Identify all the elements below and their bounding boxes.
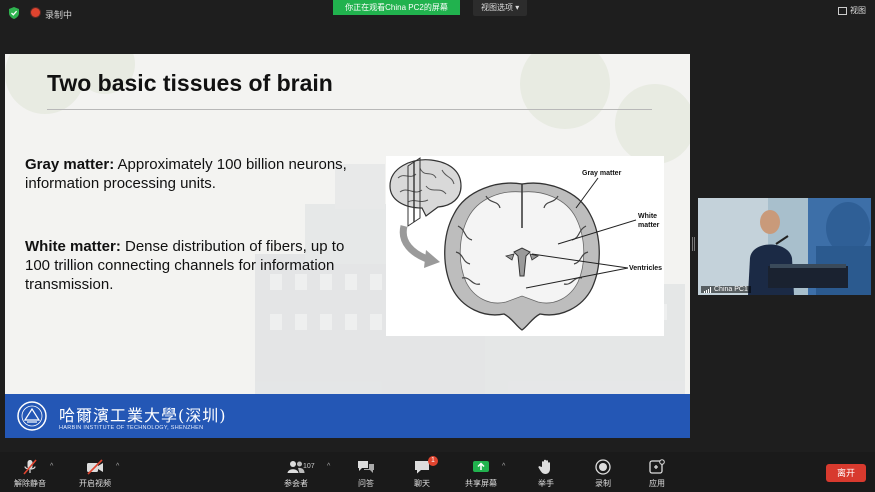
share-screen-label: 共享屏幕 [465,479,497,488]
participant-name-label: China PC1 [701,286,751,293]
participant-video-feed [698,198,871,295]
grid-view-icon [838,6,847,15]
raise-hand-icon [538,459,550,474]
raise-hand-label: 举手 [538,479,554,488]
chat-unread-badge: 1 [428,456,438,466]
view-options-button[interactable]: 视图选项 ▾ [473,0,528,16]
record-label: 录制 [595,479,611,488]
unmute-button[interactable]: 解除静音 [12,459,48,489]
participants-count: 107 [303,463,315,470]
white-matter-paragraph: White matter: Dense distribution of fibe… [25,237,370,294]
shield-icon[interactable] [9,7,19,19]
share-screen-button[interactable]: 共享屏幕 [462,459,500,489]
gray-matter-paragraph: Gray matter: Approximately 100 billion n… [25,155,370,193]
apps-icon [649,459,665,474]
recording-icon [31,8,40,17]
view-button-label: 视图 [850,6,866,15]
view-button[interactable]: 视图 [838,5,866,16]
apps-label: 应用 [649,479,665,488]
qa-icon [358,461,374,473]
unmute-label: 解除静音 [14,479,46,488]
record-button[interactable]: 录制 [591,459,615,489]
screen-share-banner: 你正在观看China PC2的屏幕 [333,0,460,15]
apps-button[interactable]: 应用 [645,459,669,489]
recording-label: 录制中 [45,10,73,20]
title-divider [47,109,652,110]
audio-options-chevron-icon[interactable]: ^ [50,463,53,470]
participants-options-chevron-icon[interactable]: ^ [327,463,330,470]
start-video-button[interactable]: 开启视频 [76,459,114,489]
university-name-cn: 哈爾濱工業大學(深圳) [59,406,227,425]
share-options-chevron-icon[interactable]: ^ [502,463,505,470]
white-matter-term: White matter: [25,238,121,255]
top-bar: 录制中 你正在观看China PC2的屏幕 视图选项 ▾ 视图 [0,0,875,26]
qa-button[interactable]: 问答 [354,459,378,489]
microphone-muted-icon [23,459,37,475]
panel-resize-handle[interactable] [692,237,695,251]
figure-label-matter: matter [638,222,660,229]
figure-label-white: White [638,213,657,220]
raise-hand-button[interactable]: 举手 [534,459,558,489]
leave-meeting-button[interactable]: 离开 [826,464,866,482]
figure-label-gray-matter: Gray matter [582,170,622,177]
participant-name: China PC1 [714,286,748,293]
slide-footer: 哈爾濱工業大學(深圳) HARBIN INSTITUTE OF TECHNOLO… [5,394,690,438]
participants-button[interactable]: 107 参会者 [282,459,315,489]
shared-screen-slide: Two basic tissues of brain Gray matter: … [5,54,690,438]
video-options-chevron-icon[interactable]: ^ [116,463,119,470]
view-options-label: 视图选项 [481,3,513,12]
university-name-en: HARBIN INSTITUTE OF TECHNOLOGY, SHENZHEN [59,425,204,431]
gray-matter-term: Gray matter: [25,156,115,173]
participant-video-tile[interactable]: China PC1 [698,198,871,295]
participants-label: 参会者 [284,479,308,488]
figure-label-ventricles: Ventricles [629,265,662,272]
slide-title: Two basic tissues of brain [47,70,333,96]
signal-strength-icon [704,286,711,293]
brain-cross-section-figure: Gray matter White matter Ventricles [386,156,664,336]
record-icon [595,459,611,475]
meeting-toolbar: 解除静音 ^ 开启视频 ^ 107 参会者 ^ 问答 1 聊天 共享屏幕 ^ 举… [0,452,875,492]
chat-label: 聊天 [414,479,430,488]
chat-button[interactable]: 1 聊天 [410,456,438,489]
share-screen-icon [473,461,489,472]
start-video-label: 开启视频 [79,479,111,488]
chevron-down-icon: ▾ [515,3,520,12]
qa-label: 问答 [358,479,374,488]
university-seal-icon [17,401,47,431]
video-camera-off-icon [87,459,103,475]
